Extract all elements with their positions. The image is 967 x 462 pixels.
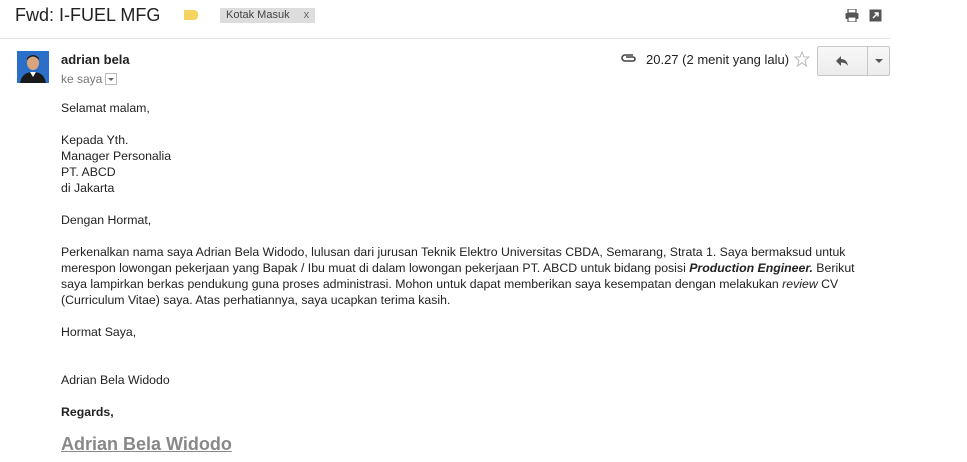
label-tag-icon[interactable] <box>184 10 198 20</box>
subject-bar: Fwd: I-FUEL MFG Kotak Masuk x <box>0 0 890 39</box>
address-line: PT. ABCD <box>61 165 116 179</box>
reply-button[interactable] <box>818 47 868 75</box>
label-chip[interactable]: Kotak Masuk x <box>220 8 316 23</box>
email-body: Selamat malam, Kepada Yth. Manager Perso… <box>61 100 861 453</box>
reply-arrow-icon <box>836 56 848 66</box>
attachment-icon <box>621 54 636 62</box>
closing: Hormat Saya, <box>61 325 137 339</box>
open-in-new-window-icon[interactable] <box>869 9 882 22</box>
body-paragraph: Perkenalkan nama saya Adrian Bela Widodo… <box>61 244 861 308</box>
address-line: di Jakarta <box>61 181 115 195</box>
opening: Dengan Hormat, <box>61 213 152 227</box>
sender-name[interactable]: adrian bela <box>61 52 130 67</box>
recipient-text: ke saya <box>61 72 103 86</box>
greeting: Selamat malam, <box>61 101 150 115</box>
more-options-button[interactable] <box>868 47 889 75</box>
star-icon[interactable] <box>794 51 810 67</box>
review-word: review <box>782 277 818 291</box>
reply-button-group <box>817 46 890 76</box>
label-chip-text: Kotak Masuk <box>226 9 290 21</box>
email-subject: Fwd: I-FUEL MFG <box>15 5 161 25</box>
show-details-button[interactable] <box>105 72 118 85</box>
position-title: Production Engineer. <box>689 261 813 275</box>
regards: Regards, <box>61 405 114 419</box>
sender-full-name: Adrian Bela Widodo <box>61 373 170 387</box>
message-time: 20.27 (2 menit yang lalu) <box>646 52 790 67</box>
signature-link[interactable]: Adrian Bela Widodo <box>61 435 861 453</box>
address-line: Manager Personalia <box>61 149 172 163</box>
print-icon[interactable] <box>845 9 859 22</box>
sender-avatar[interactable] <box>17 51 49 83</box>
address-line: Kepada Yth. <box>61 133 129 147</box>
recipient-line: ke saya <box>61 72 118 86</box>
label-remove-button[interactable]: x <box>304 9 310 21</box>
